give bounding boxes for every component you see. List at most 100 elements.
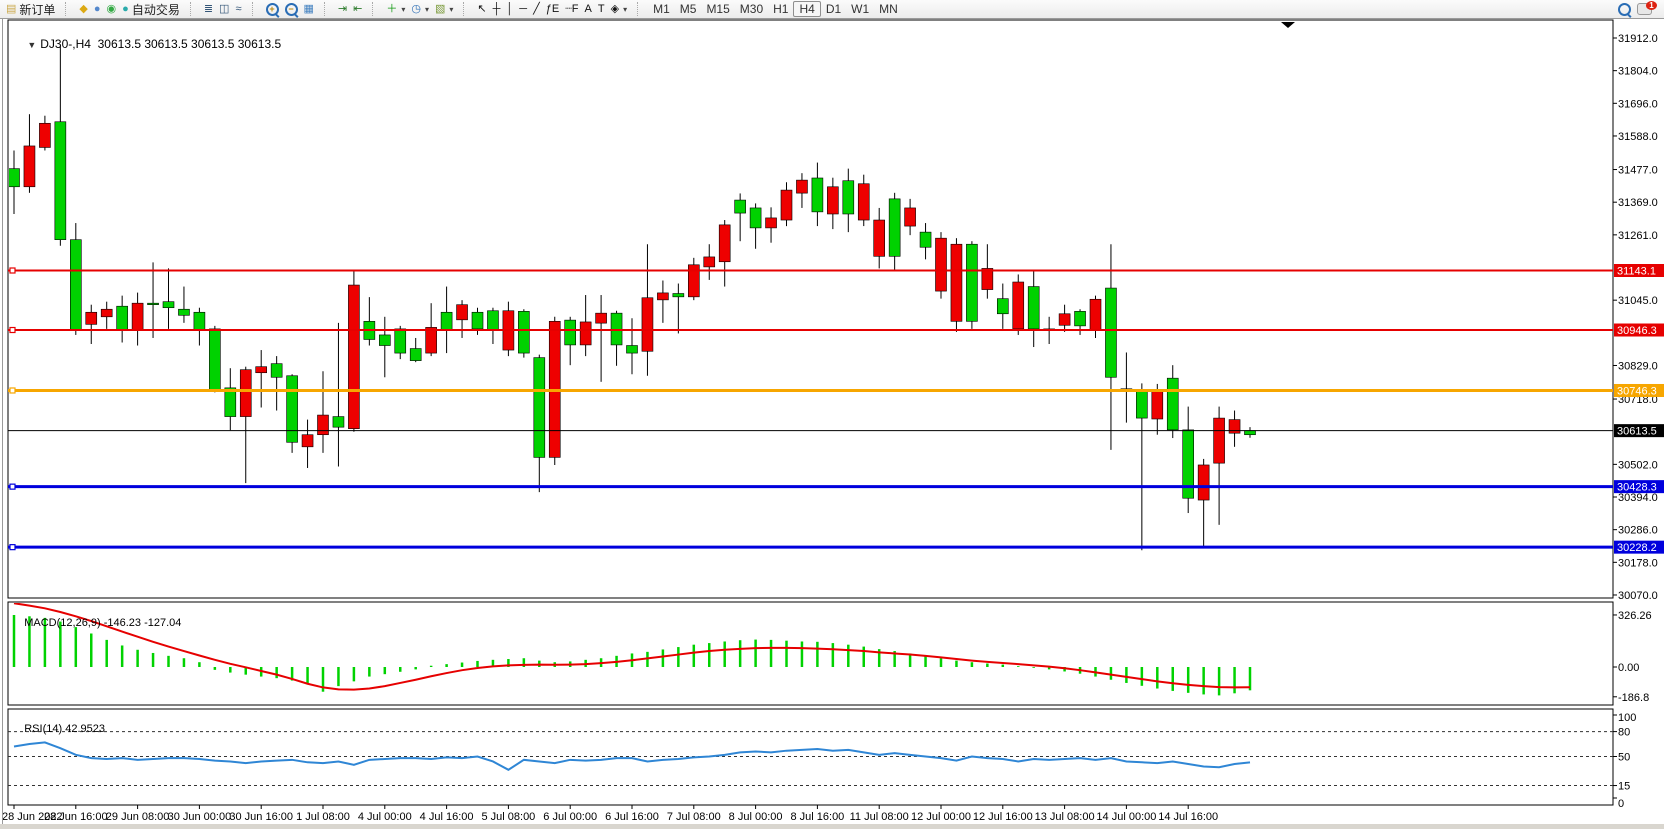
period-caret[interactable]: ▾	[425, 5, 429, 14]
timeframe-tf-m1-button[interactable]: M1	[648, 1, 675, 17]
new-order-icon: ▤	[6, 1, 16, 17]
svg-text:30829.0: 30829.0	[1618, 360, 1658, 372]
candle	[209, 326, 220, 393]
line-anchor-handle[interactable]	[10, 545, 15, 550]
bar-chart-icon: ≣	[204, 1, 213, 17]
svg-text:30286.0: 30286.0	[1618, 525, 1658, 537]
fibo-retracement-button[interactable]: ┈F	[562, 1, 581, 17]
text-label-button[interactable]: T	[595, 1, 608, 17]
svg-text:0: 0	[1618, 798, 1624, 810]
window-left-edge	[2, 19, 3, 825]
auto-scroll-icon: ⇤	[353, 1, 362, 17]
line-anchor-handle[interactable]	[10, 484, 15, 489]
shapes-button[interactable]: ◈▾	[608, 1, 630, 17]
svg-text:30502.0: 30502.0	[1618, 459, 1658, 471]
svg-text:13 Jul 08:00: 13 Jul 08:00	[1035, 811, 1095, 823]
trading-platform-window: ▤新订单 ◆●◉●自动交易 ≣◫≈ +−▦ ⇥⇤ ＋▾◷▾▧▾ ↖┼│─╱ƒE┈FAT◈▾ M…	[0, 0, 1664, 829]
notifications-button[interactable]: 1	[1634, 1, 1661, 17]
line-chart-button[interactable]: ≈	[232, 1, 244, 17]
zoom-out-button[interactable]: −	[282, 1, 301, 17]
search-button[interactable]	[1615, 1, 1634, 17]
svg-text:31143.1: 31143.1	[1617, 265, 1656, 277]
timeframe-tf-m15-button[interactable]: M15	[701, 1, 734, 17]
toolbar-separator	[65, 2, 71, 16]
svg-text:30228.2: 30228.2	[1617, 542, 1657, 554]
add-indicator-button[interactable]: ＋▾	[383, 1, 408, 17]
line-anchor-handle[interactable]	[10, 328, 15, 333]
horizontal-line-button[interactable]: ─	[516, 1, 530, 17]
line-anchor-handle[interactable]	[10, 268, 15, 273]
tile-windows-button[interactable]: ▦	[301, 1, 317, 17]
shapes-caret[interactable]: ▾	[623, 5, 627, 14]
toolbar: ▤新订单 ◆●◉●自动交易 ≣◫≈ +−▦ ⇥⇤ ＋▾◷▾▧▾ ↖┼│─╱ƒE┈FAT◈▾ M…	[0, 0, 1664, 19]
add-indicator-caret[interactable]: ▾	[401, 5, 405, 14]
svg-text:30178.0: 30178.0	[1618, 557, 1658, 569]
crosshair-button[interactable]: ┼	[490, 1, 504, 17]
candle	[70, 223, 81, 335]
crosshair-icon: ┼	[493, 1, 501, 17]
timeframe-tf-w1-button[interactable]: W1	[846, 1, 874, 17]
svg-text:5 Jul 08:00: 5 Jul 08:00	[481, 811, 535, 823]
timeframe-tf-m5-button[interactable]: M5	[675, 1, 702, 17]
profile-button[interactable]: ●	[91, 1, 104, 17]
timeframe-tf-h1-button[interactable]: H1	[768, 1, 793, 17]
auto-trading-button[interactable]: ●自动交易	[119, 1, 183, 17]
svg-text:30613.5: 30613.5	[1617, 426, 1657, 438]
trendline-button[interactable]: ╱	[530, 1, 543, 17]
toolbar-group-order: ▤新订单	[0, 0, 61, 18]
candlestick-chart-button[interactable]: ◫	[216, 1, 232, 17]
fibo-expansion-button[interactable]: ƒE	[543, 1, 562, 17]
candle	[518, 309, 529, 357]
macd-name: MACD(12,26,9)	[24, 617, 100, 629]
svg-text:30070.0: 30070.0	[1618, 590, 1658, 602]
price-axis[interactable]: 31912.031804.031696.031588.031477.031369…	[1613, 33, 1664, 602]
price-tag: 30613.5	[1614, 424, 1664, 438]
chart-ohlc-readout: 30613.5 30613.5 30613.5 30613.5	[98, 37, 282, 51]
timeframe-tf-d1-button[interactable]: D1	[821, 1, 846, 17]
template-caret[interactable]: ▾	[449, 5, 453, 14]
zoom-in-button[interactable]: +	[263, 1, 282, 17]
signal-button[interactable]: ◉	[104, 1, 120, 17]
text-icon: A	[585, 1, 592, 17]
indicator-diamond-button[interactable]: ◆	[76, 1, 90, 17]
fibo-expansion-icon: ƒE	[546, 1, 559, 17]
new-order-button[interactable]: ▤新订单	[3, 1, 58, 17]
toolbar-separator	[372, 2, 378, 16]
svg-text:31588.0: 31588.0	[1618, 131, 1658, 143]
collapse-arrow-icon[interactable]: ▼	[27, 40, 36, 50]
svg-text:30746.3: 30746.3	[1617, 385, 1657, 397]
text-label-icon: T	[598, 1, 605, 17]
timeframe-tf-mn-button[interactable]: MN	[874, 1, 903, 17]
bar-chart-button[interactable]: ≣	[201, 1, 216, 17]
toolbar-separator	[637, 2, 643, 16]
cursor-button[interactable]: ↖	[474, 1, 489, 17]
svg-text:31477.0: 31477.0	[1618, 165, 1658, 177]
template-button[interactable]: ▧▾	[432, 1, 456, 17]
chart-title-bar[interactable]: ▼DJ30-,H4 30613.5 30613.5 30613.5 30613.…	[14, 23, 281, 65]
timeframe-tf-h4-button[interactable]: H4	[793, 1, 820, 17]
time-axis[interactable]: 28 Jun 202228 Jun 16:0029 Jun 08:0030 Ju…	[2, 805, 1218, 823]
price-chart[interactable]: 31912.031804.031696.031588.031477.031369…	[0, 0, 1664, 829]
profile-icon: ●	[94, 1, 101, 17]
toolbar-separator	[190, 2, 196, 16]
line-anchor-handle[interactable]	[10, 388, 15, 393]
price-tag: 30746.3	[1614, 384, 1664, 398]
svg-text:29 Jun 08:00: 29 Jun 08:00	[106, 811, 170, 823]
toolbar-group-draw: ↖┼│─╱ƒE┈FAT◈▾	[471, 0, 633, 18]
text-button[interactable]: A	[582, 1, 595, 17]
rsi-indicator-label: RSI(14) 42.9523	[12, 711, 105, 747]
toolbar-group-timeframes: M1M5M15M30H1H4D1W1MN	[645, 0, 906, 18]
vertical-line-button[interactable]: │	[503, 1, 516, 17]
svg-text:30946.3: 30946.3	[1617, 325, 1657, 337]
macd-values: -146.23 -127.04	[104, 617, 182, 629]
svg-text:15: 15	[1618, 781, 1630, 793]
new-order-label: 新订单	[19, 1, 55, 18]
svg-text:4 Jul 00:00: 4 Jul 00:00	[358, 811, 412, 823]
timeframe-tf-m30-button[interactable]: M30	[735, 1, 768, 17]
auto-trading-label: 自动交易	[132, 1, 180, 18]
toolbar-separator	[324, 2, 330, 16]
period-button[interactable]: ◷▾	[408, 1, 432, 17]
auto-scroll-button[interactable]: ⇤	[350, 1, 365, 17]
line-chart-icon: ≈	[235, 1, 241, 17]
chart-shift-button[interactable]: ⇥	[335, 1, 350, 17]
